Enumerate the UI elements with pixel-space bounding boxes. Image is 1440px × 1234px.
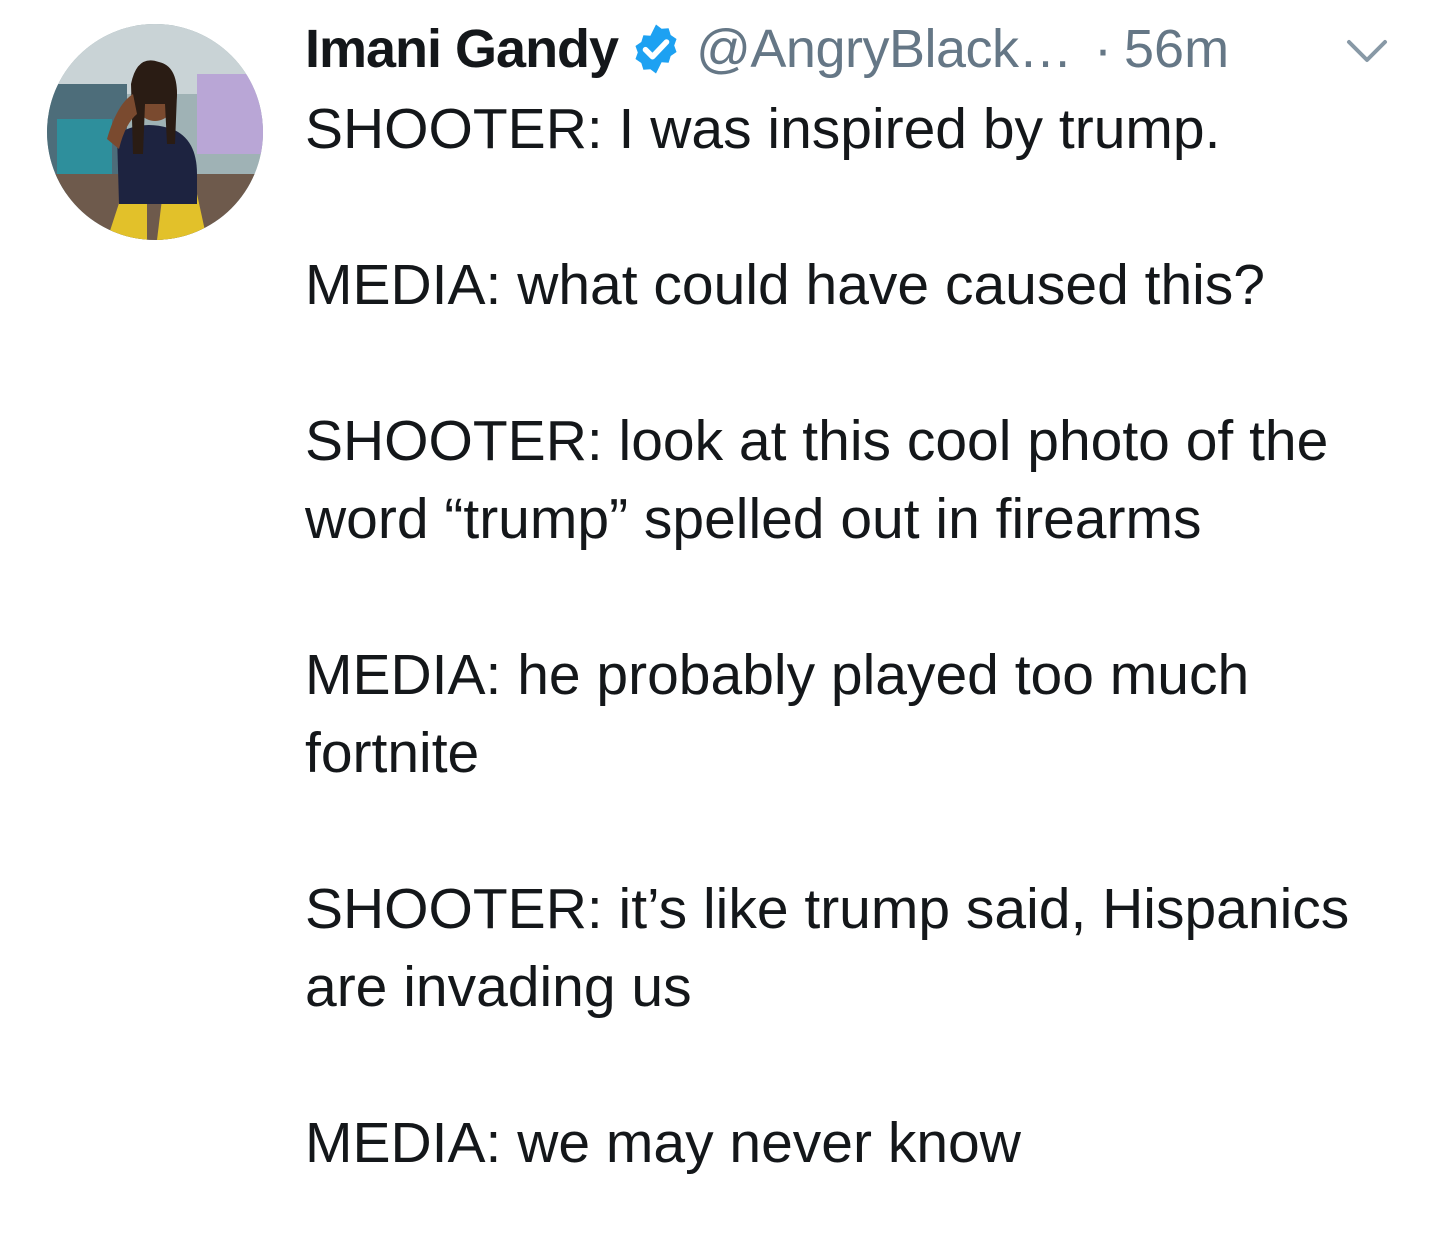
separator-dot: · (1094, 19, 1113, 79)
tweet-paragraph: MEDIA: we may never know (305, 1111, 1021, 1175)
tweet-paragraph: SHOOTER: I was inspired by trump. (305, 97, 1221, 161)
timestamp[interactable]: 56m (1124, 18, 1229, 80)
chevron-down-icon[interactable] (1345, 36, 1389, 66)
display-name[interactable]: Imani Gandy (305, 18, 619, 80)
tweet[interactable]: Imani Gandy @AngryBlack… · 56m SHOOTER: … (0, 0, 1440, 1234)
handle[interactable]: @AngryBlack… (696, 18, 1072, 80)
tweet-paragraph: SHOOTER: it’s like trump said, Hispanics… (305, 877, 1350, 1019)
avatar-photo (47, 24, 263, 240)
verified-badge-icon (628, 21, 684, 77)
tweet-paragraph: MEDIA: he probably played too much fortn… (305, 643, 1250, 785)
tweet-header: Imani Gandy @AngryBlack… · 56m (305, 16, 1415, 82)
tweet-paragraph: MEDIA: what could have caused this? (305, 253, 1266, 317)
avatar[interactable] (47, 24, 263, 240)
tweet-paragraph: SHOOTER: look at this cool photo of the … (305, 409, 1329, 551)
tweet-text: SHOOTER: I was inspired by trump. MEDIA:… (305, 90, 1415, 1182)
